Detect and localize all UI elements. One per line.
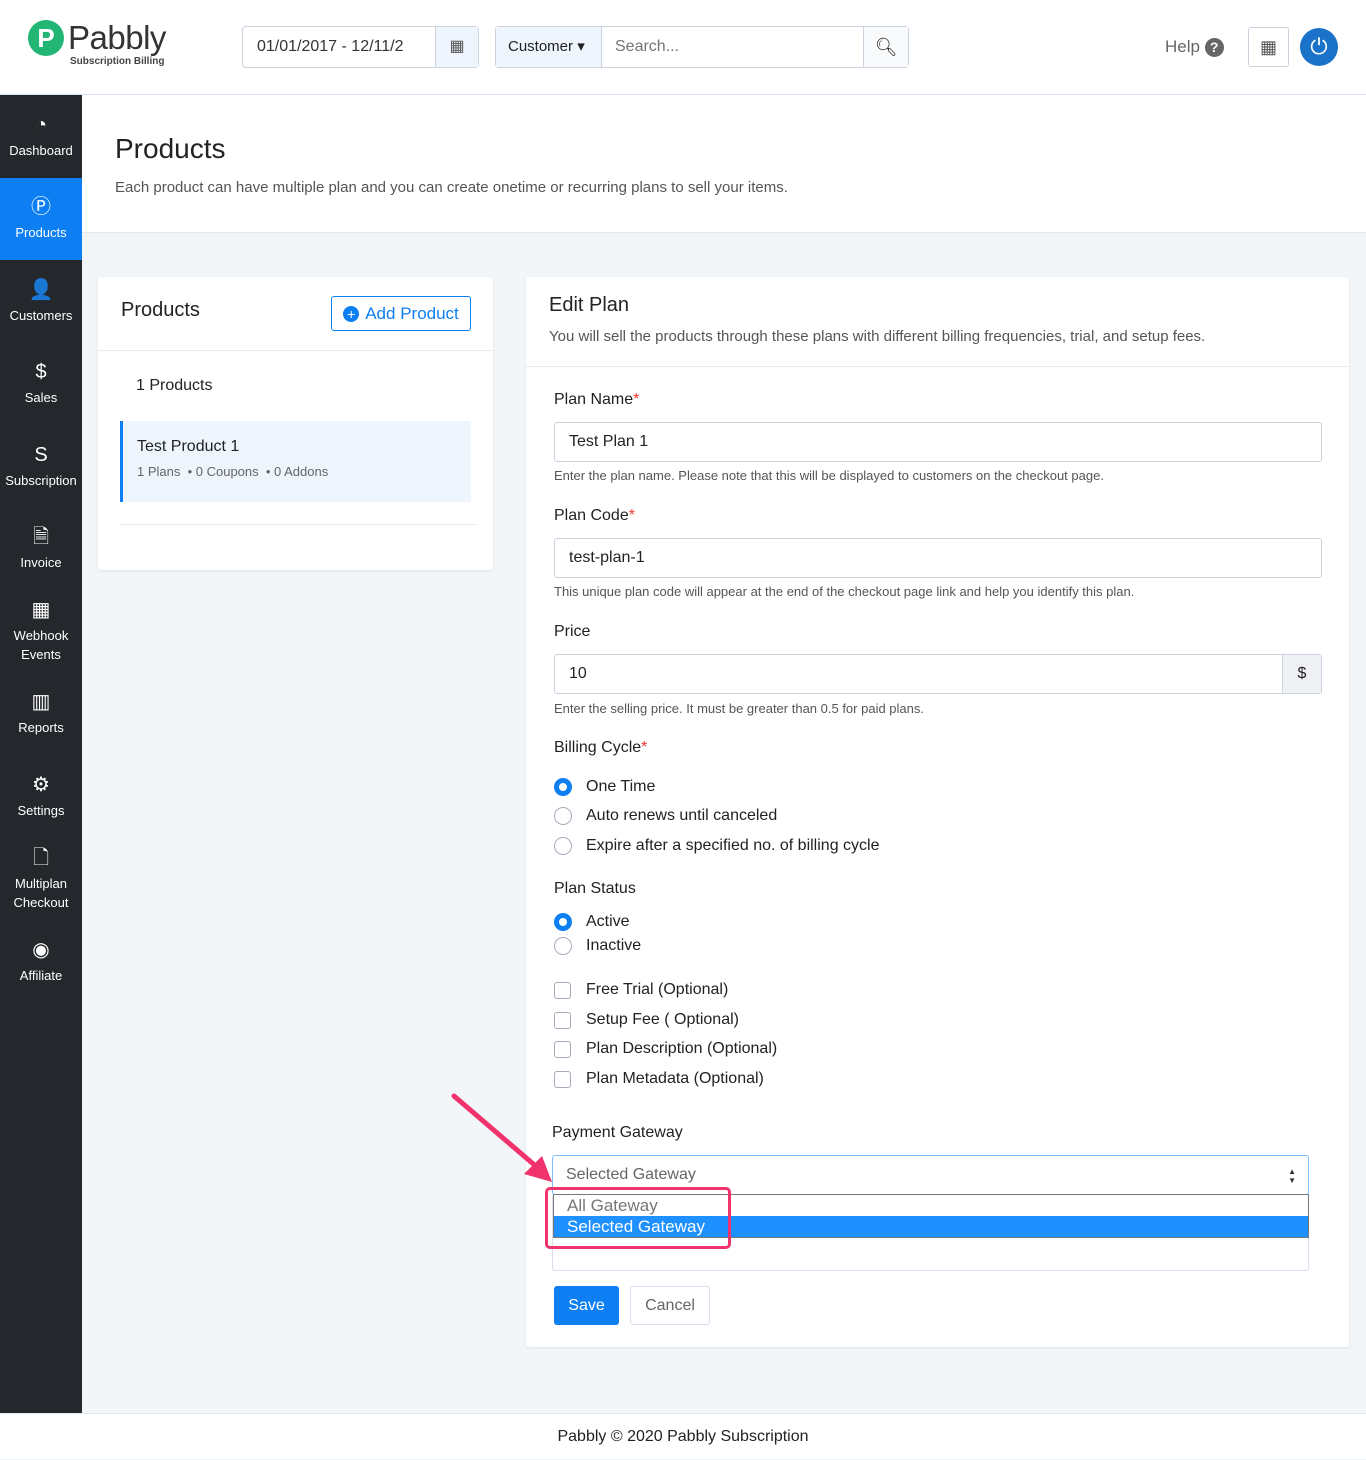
billing-one-time-radio[interactable]: One Time [554,778,655,796]
sidebar-item-multiplan-checkout[interactable]: 🗋 Multiplan Checkout [0,838,82,921]
plan-code-label: Plan Code* [554,507,635,524]
sidebar-item-label: Settings [17,802,65,818]
sort-arrows-icon: ▲ ▼ [1288,1167,1296,1185]
cancel-button[interactable]: Cancel [630,1286,710,1325]
billing-expire-radio[interactable]: Expire after a specified no. of billing … [554,837,879,855]
subscription-icon: S [34,443,48,466]
gear-icon: ⚙ [32,773,50,796]
sidebar-item-reports[interactable]: ▥ Reports [0,673,82,756]
status-inactive-radio[interactable]: Inactive [554,937,641,955]
sidebar-item-label: Subscription [5,472,77,488]
page-title: Products [115,133,226,164]
sidebar-item-label: Affiliate [19,967,63,983]
products-icon: Ⓟ [31,196,51,219]
search-scope-dropdown[interactable]: Customer ▾ [496,27,602,67]
sidebar-item-label: Reports [18,720,64,736]
sidebar-item-label: Sales [24,390,58,406]
price-input[interactable]: 10 $ [554,654,1322,694]
status-active-radio[interactable]: Active [554,913,630,931]
free-trial-checkbox[interactable]: Free Trial (Optional) [554,981,728,999]
setup-fee-checkbox[interactable]: Setup Fee ( Optional) [554,1011,739,1029]
power-icon[interactable]: ⏻ [1300,28,1338,66]
product-list-item[interactable]: Test Product 1 1 Plans • 0 Coupons • 0 A… [120,421,471,502]
file-icon: 🗋 [32,846,50,869]
reports-icon: ▥ [31,691,51,714]
user-icon: 👤 [28,278,54,301]
plan-name-hint: Enter the plan name. Please note that th… [554,468,1104,483]
search-input[interactable] [602,27,863,67]
sidebar-item-label: Products [15,225,67,241]
affiliate-icon: ◉ [32,938,50,961]
product-meta: 1 Plans • 0 Coupons • 0 Addons [137,464,329,479]
sidebar-item-label: Customers [9,307,73,323]
plan-metadata-checkbox[interactable]: Plan Metadata (Optional) [554,1070,764,1088]
price-label: Price [554,623,591,640]
sidebar-item-label: Webhook Events [13,628,69,663]
billing-cycle-label: Billing Cycle* [554,739,648,756]
top-bar: P Pabbly Subscription Billing 01/01/2017 … [0,0,1366,95]
date-range-value: 01/01/2017 - 12/11/2 [257,38,404,55]
annotation-arrow [451,1093,552,1182]
billing-auto-renew-radio[interactable]: Auto renews until canceled [554,807,777,825]
plan-description-checkbox[interactable]: Plan Description (Optional) [554,1040,777,1058]
search-bar: Customer ▾ 🔍︎ [495,26,909,68]
help-link[interactable]: Help ? [1165,37,1224,57]
plus-circle-icon: + [343,306,360,322]
products-count: 1 Products [136,377,213,394]
plan-status-label: Plan Status [554,880,636,897]
sidebar-item-webhook-events[interactable]: ▦ Webhook Events [0,590,82,673]
question-icon: ? [1204,38,1224,57]
sidebar-item-affiliate[interactable]: ◉ Affiliate [0,920,82,1003]
page-header: Products Each product can have multiple … [82,95,1366,233]
calendar-icon[interactable]: ▦ [435,27,478,67]
products-panel: Products + Add Product 1 Products Test Pr… [98,277,493,570]
edit-plan-title: Edit Plan [549,294,630,316]
sidebar-item-dashboard[interactable]: ◔ Dashboard [0,95,82,178]
product-name: Test Product 1 [137,438,240,455]
footer: Pabbly © 2020 Pabbly Subscription [0,1413,1366,1459]
apps-grid-icon[interactable]: ▦ [1248,27,1289,67]
annotation-highlight-box [545,1187,731,1249]
sales-icon: $ [35,361,47,384]
add-product-button[interactable]: + Add Product [331,296,471,331]
sidebar-item-sales[interactable]: $ Sales [0,343,82,426]
page-subtitle: Each product can have multiple plan and … [115,179,788,196]
currency-addon: $ [1282,655,1321,693]
sidebar-item-label: Multiplan Checkout [13,875,69,910]
plan-code-input[interactable]: test-plan-1 [554,538,1322,578]
plan-name-input[interactable]: Test Plan 1 [554,422,1322,462]
logo-mark: P [28,20,64,56]
date-range-picker[interactable]: 01/01/2017 - 12/11/2 ▦ [242,26,479,68]
divider [120,524,477,525]
sidebar-item-products[interactable]: Ⓟ Products [0,177,82,260]
sidebar-item-settings[interactable]: ⚙ Settings [0,755,82,838]
sidebar: ◔ Dashboard Ⓟ Products 👤 Customers $ Sales S Subs… [0,95,82,1413]
sidebar-item-customers[interactable]: 👤 Customers [0,260,82,343]
logo[interactable]: P Pabbly Subscription Billing [28,20,166,67]
payment-gateway-label: Payment Gateway [552,1124,683,1141]
sidebar-item-invoice[interactable]: 🗎 Invoice [0,508,82,591]
sidebar-item-label: Invoice [20,555,62,571]
price-hint: Enter the selling price. It must be grea… [554,701,924,716]
edit-plan-subtitle: You will sell the products through these… [549,328,1206,345]
calendar-icon: ▦ [31,599,51,622]
dashboard-icon: ◔ [34,113,48,136]
plan-name-label: Plan Name* [554,391,640,408]
invoice-icon: 🗎 [32,526,50,549]
search-icon[interactable]: 🔍︎ [863,27,908,67]
divider [98,350,493,351]
save-button[interactable]: Save [554,1286,619,1325]
products-panel-title: Products [121,299,200,321]
sidebar-item-subscription[interactable]: S Subscription [0,425,82,508]
sidebar-item-label: Dashboard [9,142,73,158]
plan-code-hint: This unique plan code will appear at the… [554,584,1135,599]
